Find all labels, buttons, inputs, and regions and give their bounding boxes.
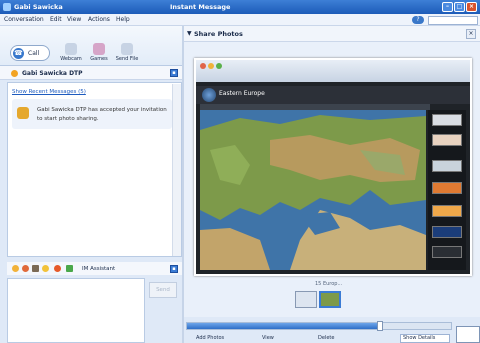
send-file-button[interactable]: Send File [114, 43, 140, 62]
view-button[interactable]: View [262, 335, 274, 341]
wink-icon[interactable] [22, 265, 29, 272]
filmstrip-thumbnail[interactable] [295, 291, 317, 308]
contact-name: Gabi Sawicka DTP [22, 70, 83, 77]
photo-caption: 15 Europ... [315, 281, 343, 287]
window-title: Instant Message [170, 3, 231, 11]
menu-bar: Conversation Edit View Actions Help ? [0, 14, 480, 26]
photo-browser-chrome [196, 60, 470, 82]
details-dropdown[interactable]: Show Details [400, 334, 450, 343]
im-assistant-icon[interactable] [66, 265, 73, 272]
app-title: Gabi Sawicka [14, 3, 63, 11]
scrubber-fill [187, 323, 380, 329]
webcam-button[interactable]: Webcam [58, 43, 84, 62]
webcam-icon [65, 43, 77, 55]
delete-button[interactable]: Delete [318, 335, 334, 341]
recent-messages-link[interactable]: Show Recent Messages (5) [12, 89, 86, 95]
phone-icon: ☎ [13, 48, 24, 59]
photo-dot-icon [216, 63, 222, 69]
gift-icon[interactable] [42, 265, 49, 272]
title-bar: Gabi Sawicka Instant Message – □ × [0, 0, 480, 14]
photo-dot-icon [208, 63, 214, 69]
globe-icon [202, 88, 216, 102]
games-label: Games [90, 56, 108, 62]
photo-dot-icon [200, 63, 206, 69]
message-input[interactable] [7, 278, 145, 343]
send-file-label: Send File [115, 56, 139, 62]
games-button[interactable]: Games [86, 43, 112, 62]
collapse-icon[interactable]: ▼ [187, 30, 192, 37]
im-assistant-label[interactable]: IM Assistant [82, 266, 115, 272]
menu-help[interactable]: Help [116, 16, 130, 23]
search-input[interactable] [428, 16, 478, 25]
menu-conversation[interactable]: Conversation [4, 16, 44, 23]
call-button[interactable]: ☎ Call [10, 45, 50, 61]
photo-thumbnail [432, 160, 462, 172]
contact-card-icon[interactable]: ▪ [170, 69, 178, 77]
minimize-button[interactable]: – [442, 2, 453, 12]
photo-thumbnail [432, 182, 462, 194]
call-label: Call [28, 50, 40, 57]
send-button[interactable]: Send [149, 282, 177, 298]
close-share-icon[interactable]: × [466, 29, 476, 39]
photo-thumbnail [432, 205, 462, 217]
help-icon[interactable]: ? [412, 16, 424, 24]
nudge-icon[interactable] [32, 265, 39, 272]
europe-map [200, 110, 426, 270]
menu-view[interactable]: View [67, 16, 81, 23]
webcam-label: Webcam [60, 56, 82, 62]
photo-share-icon [17, 107, 29, 119]
share-photos-title: Share Photos [194, 30, 243, 38]
emoticon-icon[interactable] [12, 265, 19, 272]
app-icon [3, 3, 11, 11]
photo-thumbnail [432, 134, 462, 146]
format-menu-icon[interactable]: ▪ [170, 265, 178, 273]
games-icon [93, 43, 105, 55]
photo-thumbnail [432, 246, 462, 258]
photo-site-title: Eastern Europe [219, 90, 265, 97]
photo-thumbnail [432, 226, 462, 238]
scrubber-handle[interactable] [377, 321, 383, 331]
conversation-scrollbar[interactable] [172, 84, 181, 256]
background-icon[interactable] [54, 265, 61, 272]
invitation-text: Gabi Sawicka DTP has accepted your invit… [37, 107, 167, 122]
send-file-icon [121, 43, 133, 55]
add-photos-button[interactable]: Add Photos [196, 335, 224, 341]
maximize-button[interactable]: □ [454, 2, 465, 12]
photo-thumbnail [432, 114, 462, 126]
menu-actions[interactable]: Actions [88, 16, 110, 23]
filmstrip-thumbnail-selected[interactable] [319, 291, 341, 308]
menu-edit[interactable]: Edit [50, 16, 62, 23]
close-button[interactable]: × [466, 2, 477, 12]
away-status-icon [11, 70, 18, 77]
